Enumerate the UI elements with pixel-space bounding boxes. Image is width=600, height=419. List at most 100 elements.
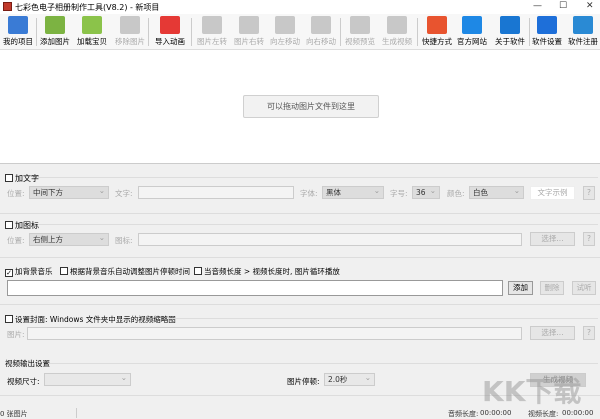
toolbar-button-info[interactable]: 关于软件 [494,15,526,49]
cover-image-input[interactable] [27,327,522,340]
toolbar-button-label: 软件注册 [568,37,598,46]
toolbar-button-label: 向右移动 [306,37,336,46]
divider [48,363,598,364]
load-image-icon [82,16,102,34]
toolbar-separator [340,18,341,46]
rotate-left-icon [202,16,222,34]
minimize-button[interactable]: — [533,1,542,11]
toolbar-button-import-animation[interactable]: 导入动画 [152,15,188,49]
toolbar-button-load-image[interactable]: 加载宝贝 [74,15,110,49]
maximize-button[interactable]: ☐ [559,1,567,11]
cover-image-label: 图片: [7,330,25,339]
video-size-select[interactable] [44,372,131,386]
divider [76,408,77,418]
checkbox-icon [5,221,13,229]
auto-adjust-checkbox[interactable]: 根据背景音乐自动调整图片停顿时间 [60,266,190,277]
divider [38,224,598,225]
toolbar-button-folder[interactable]: 我的项目 [0,15,36,49]
toolbar-button-monitor[interactable]: 软件注册 [566,15,600,49]
add-icon-checkbox[interactable]: 加图标 [5,220,39,231]
toolbar-button-label: 视频预览 [345,37,375,46]
toolbar-button-arrow-right[interactable]: 向右移动 [303,15,339,49]
text-position-select[interactable]: 中间下方 [29,185,109,199]
icon-input[interactable] [138,233,522,246]
music-delete-button[interactable]: 删除 [540,281,564,295]
gear-icon [537,16,557,34]
cover-choose-button[interactable]: 选择... [530,326,575,340]
audio-length: 00:00:00 [480,409,512,417]
add-text-checkbox[interactable]: 加文字 [5,173,39,184]
toolbar-button-film[interactable]: 生成视频 [380,15,414,49]
image-drop-area[interactable]: 可以拖动图片文件到这里 [0,50,600,164]
toolbar-button-label: 添加图片 [40,37,70,46]
toolbar-button-shortcut[interactable]: 快捷方式 [420,15,454,49]
import-animation-icon [160,16,180,34]
toolbar-button-gear[interactable]: 软件设置 [530,15,564,49]
rotate-right-icon [239,16,259,34]
set-cover-checkbox[interactable]: 设置封面: Windows 文件夹中显示的视频缩略图 [5,314,176,325]
toolbar-separator [148,18,149,46]
film-icon [387,16,407,34]
close-button[interactable]: ✕ [586,1,594,11]
toolbar-button-magnifier[interactable]: 视频预览 [344,15,376,49]
info-icon [500,16,520,34]
checkbox-icon [60,267,68,275]
music-file-input[interactable] [7,280,503,296]
toolbar-button-label: 快捷方式 [422,37,452,46]
color-label: 颜色: [447,189,465,198]
app-icon [3,2,12,11]
image-pause-select[interactable]: 2.0秒 [324,372,375,386]
toolbar-button-label: 官方网站 [457,37,487,46]
icon-position-select[interactable]: 右侧上方 [29,232,109,246]
checkbox-icon: ✓ [5,269,13,277]
text-label: 文字: [115,189,133,198]
toolbar-button-rotate-right[interactable]: 图片右转 [232,15,266,49]
video-size-label: 视频尺寸: [7,377,40,386]
icon-label: 图标: [115,236,133,245]
toolbar-button-label: 软件设置 [532,37,562,46]
toolbar-button-remove-image[interactable]: 移除图片 [113,15,147,49]
drop-hint-button[interactable]: 可以拖动图片文件到这里 [243,95,379,118]
arrow-right-icon [311,16,331,34]
font-size-select[interactable]: 36 [412,185,440,199]
checkbox-icon [194,267,202,275]
toolbar-button-label: 向左移动 [270,37,300,46]
watermark-logo: KK下载 [482,375,582,408]
toolbar-button-label: 导入动画 [155,37,185,46]
text-help-button[interactable]: ? [583,186,595,200]
toolbar-button-add-image[interactable]: 添加图片 [38,15,72,49]
toolbar-button-ie[interactable]: 官方网站 [455,15,489,49]
icon-position-label: 位置: [7,236,25,245]
toolbar-button-label: 图片右转 [234,37,264,46]
toolbar-button-arrow-left[interactable]: 向左移动 [268,15,302,49]
toolbar-button-rotate-left[interactable]: 图片左转 [196,15,228,49]
text-sample-button[interactable]: 文字示例 [530,186,575,200]
font-select[interactable]: 黑体 [322,185,384,199]
arrow-left-icon [275,16,295,34]
checkbox-icon [5,315,13,323]
music-listen-button[interactable]: 试听 [572,281,596,295]
color-select[interactable]: 白色 [469,185,524,199]
add-icon-label: 加图标 [15,221,39,230]
video-length: 00:00:00 [562,409,594,417]
icon-choose-button[interactable]: 选择... [530,232,575,246]
status-bar: 0 张图片 音频长度: 00:00:00 视频长度: 00:00:00 [0,408,600,418]
font-size-label: 字号: [390,189,408,198]
loop-label: 当音频长度 > 视频长度时, 图片循环播放 [204,267,340,276]
music-add-button[interactable]: 添加 [508,281,533,295]
add-music-label: 加背景音乐 [15,267,53,276]
checkbox-icon [5,174,13,182]
text-input[interactable] [138,186,294,199]
shortcut-icon [427,16,447,34]
loop-checkbox[interactable]: 当音频长度 > 视频长度时, 图片循环播放 [194,266,340,277]
toolbar-button-label: 图片左转 [197,37,227,46]
icon-help-button[interactable]: ? [583,232,595,246]
folder-icon [8,16,28,34]
toolbar-button-label: 生成视频 [382,37,412,46]
divider [168,318,598,319]
cover-help-button[interactable]: ? [583,326,595,340]
add-music-checkbox[interactable]: ✓ 加背景音乐 [5,266,53,277]
window-title: 七彩色电子相册制作工具(V8.2) - 新项目 [15,3,160,12]
divider [0,257,600,258]
magnifier-icon [350,16,370,34]
